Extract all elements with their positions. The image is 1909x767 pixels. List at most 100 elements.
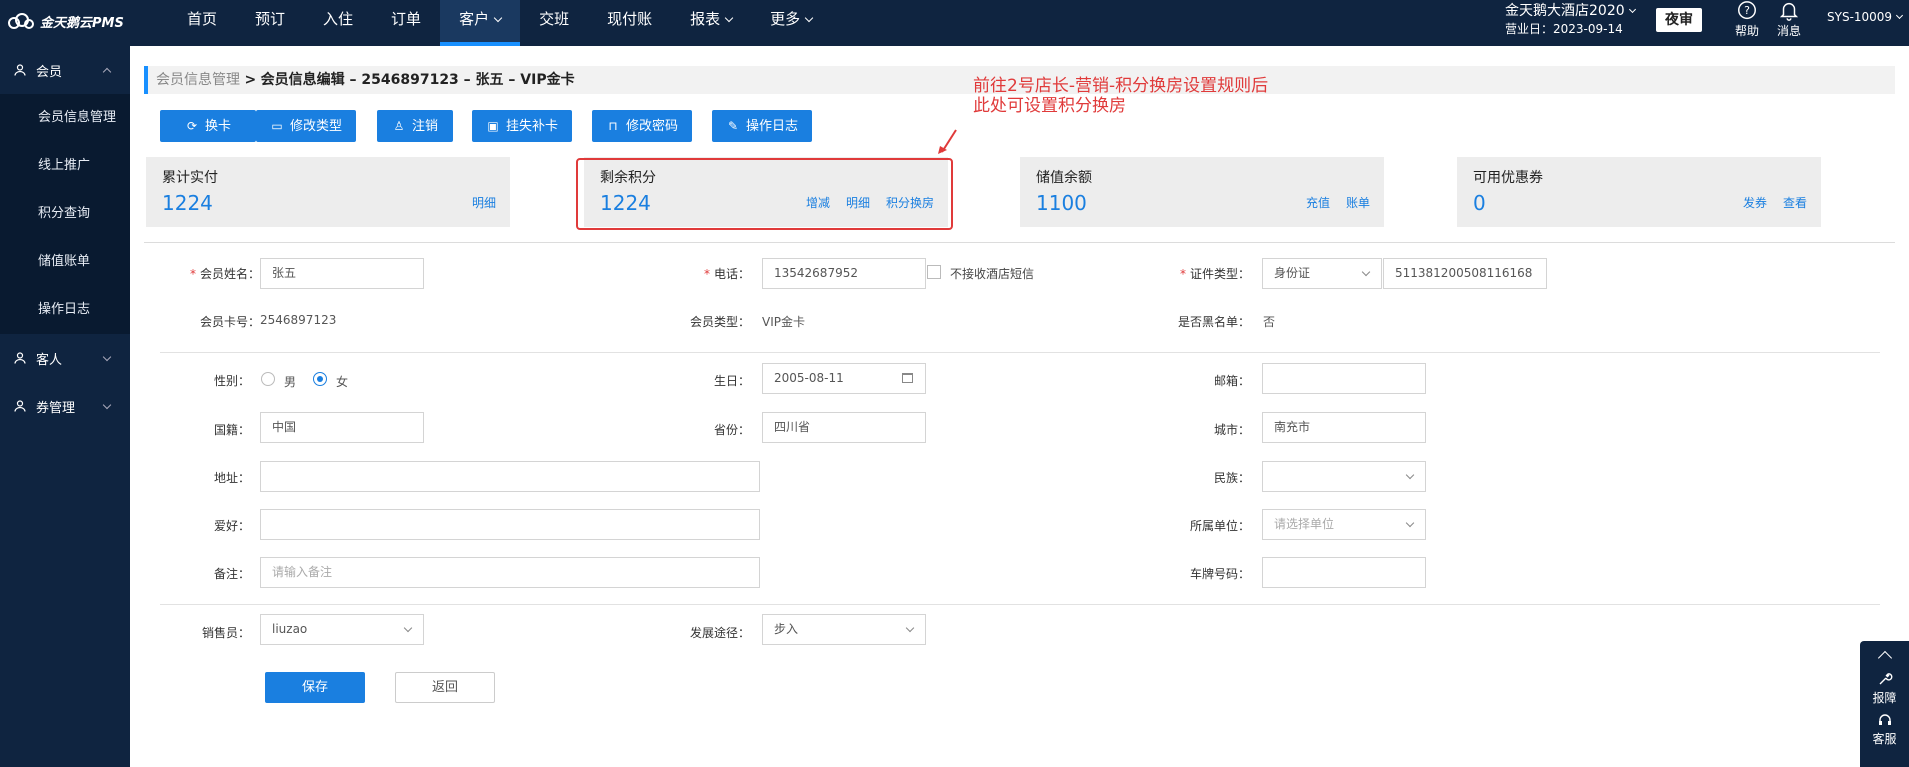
- id-type-select[interactable]: 身份证: [1262, 258, 1382, 289]
- hobby-label: 爱好：: [213, 519, 250, 533]
- issue-coupon-link[interactable]: 发券: [1743, 194, 1767, 211]
- report-fault-button[interactable]: 报障: [1860, 671, 1909, 706]
- nav-more[interactable]: 更多: [751, 0, 831, 46]
- highlight-box: [576, 158, 953, 230]
- blacklist-label: 是否黑名单：: [1177, 315, 1250, 329]
- help-icon: ?: [1738, 1, 1756, 20]
- nav-home[interactable]: 首页: [168, 0, 236, 46]
- nav-checkin[interactable]: 入住: [304, 0, 372, 46]
- back-button[interactable]: 返回: [395, 672, 495, 703]
- sidebar-item-online-promo[interactable]: 线上推广: [0, 142, 130, 190]
- annotation-note: 前往2号店长-营销-积分换房设置规则后 此处可设置积分换房: [973, 76, 1268, 116]
- ethnicity-select[interactable]: [1262, 461, 1426, 492]
- nav-shift[interactable]: 交班: [520, 0, 588, 46]
- member-type-label: 会员类型：: [689, 315, 750, 329]
- top-bar: 金天鹅云PMS 首页 预订 入住 订单 客户 交班 现付账 报表 更多 金天鹅大…: [0, 0, 1909, 46]
- user-name: SYS-10009: [1827, 10, 1893, 24]
- hotel-name: 金天鹅大酒店2020: [1505, 3, 1625, 19]
- change-password-button[interactable]: ⊓ 修改密码: [592, 110, 692, 142]
- recharge-link[interactable]: 充值: [1306, 194, 1330, 211]
- edit-icon: ✎: [727, 119, 739, 133]
- plate-input[interactable]: [1262, 557, 1426, 588]
- remark-input[interactable]: 请输入备注: [260, 557, 760, 588]
- svg-text:?: ?: [1744, 4, 1750, 17]
- unit-select[interactable]: 请选择单位: [1262, 509, 1426, 540]
- card-no-value: 2546897123: [260, 313, 337, 327]
- sidebar-item-points-query[interactable]: 积分查询: [0, 190, 130, 238]
- birthday-input[interactable]: 2005-08-11: [762, 363, 926, 394]
- card-icon: ▣: [487, 119, 499, 133]
- chevron-down-icon: [804, 13, 814, 23]
- chevron-up-icon[interactable]: [1877, 650, 1892, 666]
- chevron-down-icon: [403, 623, 413, 633]
- customer-service-button[interactable]: 客服: [1860, 712, 1909, 747]
- card-value: 1224: [162, 191, 213, 215]
- sidebar-group-label: 券管理: [36, 400, 76, 416]
- chevron-down-icon: [1405, 518, 1415, 528]
- address-input[interactable]: [260, 461, 760, 492]
- view-coupon-link[interactable]: 查看: [1783, 194, 1807, 211]
- gender-male-radio[interactable]: [261, 372, 275, 386]
- channel-select[interactable]: 步入: [762, 614, 926, 645]
- nav-customers[interactable]: 客户: [440, 0, 521, 46]
- nav-reports[interactable]: 报表: [671, 0, 751, 46]
- nav-cash-account[interactable]: 现付账: [588, 0, 671, 46]
- annotation-arrow-icon: [938, 129, 957, 154]
- report-fault-label: 报障: [1872, 691, 1897, 705]
- sidebar-group-member[interactable]: 会员: [0, 46, 130, 94]
- messages-button[interactable]: 消息: [1772, 0, 1806, 39]
- breadcrumb-parent[interactable]: 会员信息管理: [156, 72, 240, 88]
- detail-link[interactable]: 明细: [472, 194, 496, 211]
- bill-link[interactable]: 账单: [1346, 194, 1370, 211]
- chevron-down-icon: [1361, 267, 1371, 277]
- report-loss-button[interactable]: ▣ 挂失补卡: [472, 110, 572, 142]
- hobby-input[interactable]: [260, 509, 760, 540]
- user-menu[interactable]: SYS-10009: [1827, 10, 1904, 24]
- sidebar-group-guest[interactable]: 客人: [0, 334, 130, 382]
- channel-label: 发展途径：: [689, 626, 750, 640]
- brand-name: 金天鹅云PMS: [40, 15, 124, 31]
- divider: [144, 242, 1895, 243]
- sidebar-item-operation-log[interactable]: 操作日志: [0, 286, 130, 334]
- ethnicity-label: 民族：: [1213, 471, 1250, 485]
- main-nav: 首页 预订 入住 订单 客户 交班 现付账 报表 更多: [168, 0, 831, 46]
- operation-log-button[interactable]: ✎ 操作日志: [712, 110, 812, 142]
- province-input[interactable]: 四川省: [762, 412, 926, 443]
- user-icon: [14, 400, 26, 412]
- business-day: 营业日：2023-09-14: [1505, 22, 1623, 36]
- headset-icon: [1878, 714, 1891, 725]
- nav-orders[interactable]: 订单: [372, 0, 440, 46]
- remark-label: 备注：: [213, 567, 250, 581]
- deactivate-button[interactable]: ♙ 注销: [377, 110, 453, 142]
- chevron-down-icon: [493, 13, 503, 23]
- user-icon: [14, 352, 26, 364]
- sales-label: 销售员：: [201, 626, 250, 640]
- email-input[interactable]: [1262, 363, 1426, 394]
- plate-label: 车牌号码：: [1189, 567, 1250, 581]
- night-audit-button[interactable]: 夜审: [1656, 8, 1702, 32]
- no-sms-checkbox[interactable]: [927, 265, 941, 279]
- city-input[interactable]: 南充市: [1262, 412, 1426, 443]
- user-icon: [14, 64, 26, 76]
- id-number-input[interactable]: 511381200508116168: [1383, 258, 1547, 289]
- name-input[interactable]: 张五: [260, 258, 424, 289]
- sidebar-item-member-info[interactable]: 会员信息管理: [0, 94, 130, 142]
- chevron-down-icon: [1405, 470, 1415, 480]
- change-type-button[interactable]: ▭ 修改类型: [256, 110, 356, 142]
- sidebar-group-coupons[interactable]: 券管理: [0, 382, 130, 430]
- sales-select[interactable]: liuzao: [260, 614, 424, 645]
- no-sms-label: 不接收酒店短信: [950, 267, 1035, 281]
- sidebar-item-stored-value-bill[interactable]: 储值账单: [0, 238, 130, 286]
- save-button[interactable]: 保存: [265, 672, 365, 703]
- brand-logo[interactable]: 金天鹅云PMS: [6, 11, 124, 31]
- nav-booking[interactable]: 预订: [236, 0, 304, 46]
- gender-female-radio[interactable]: [313, 372, 327, 386]
- annotation-line-1: 前往2号店长-营销-积分换房设置规则后: [973, 76, 1269, 96]
- customer-service-label: 客服: [1872, 732, 1897, 746]
- hotel-selector[interactable]: 金天鹅大酒店2020 营业日：2023-09-14: [1505, 2, 1636, 38]
- nationality-input[interactable]: 中国: [260, 412, 424, 443]
- phone-input[interactable]: 13542687952: [762, 258, 926, 289]
- change-card-button[interactable]: ⟳ 换卡: [160, 110, 256, 142]
- help-button[interactable]: ? 帮助: [1730, 0, 1764, 39]
- nationality-label: 国籍：: [213, 423, 250, 437]
